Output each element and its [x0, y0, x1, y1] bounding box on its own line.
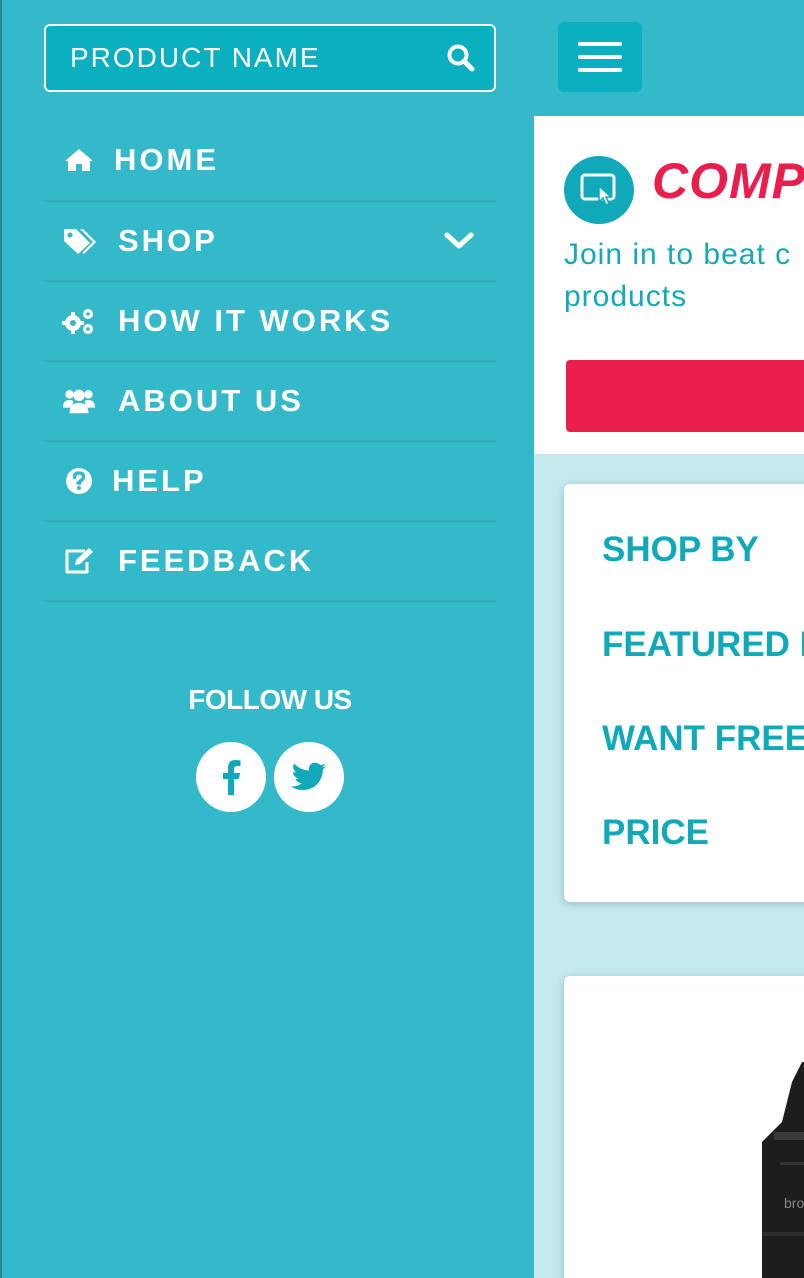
- search-box: [44, 24, 496, 92]
- nav-item-help[interactable]: HELP: [44, 442, 496, 522]
- nav-item-how-it-works[interactable]: HOW IT WORKS: [44, 282, 496, 362]
- hero-cta-button[interactable]: [566, 360, 804, 432]
- product-card[interactable]: brot: [564, 976, 804, 1278]
- hero-subtitle-line: Join in to beat c: [564, 238, 792, 271]
- filter-featured[interactable]: FEATURED I: [602, 625, 804, 665]
- twitter-icon: [291, 762, 326, 791]
- hamburger-line: [578, 42, 622, 46]
- nav-label: FEEDBACK: [118, 543, 315, 578]
- hero-banner: COMP Join in to beat c products: [534, 116, 804, 454]
- nav-label: HOME: [114, 142, 219, 177]
- home-icon: [62, 143, 96, 177]
- hero-subtitle: Join in to beat c products: [564, 234, 804, 318]
- filter-card: SHOP BY FEATURED I WANT FREE PRICE: [564, 484, 804, 902]
- tags-icon: [62, 224, 96, 258]
- nav-label: HOW IT WORKS: [118, 303, 394, 338]
- users-icon: [62, 384, 96, 418]
- twitter-button[interactable]: [274, 742, 344, 812]
- menu-toggle-button[interactable]: [558, 22, 642, 92]
- nav-item-home[interactable]: HOME: [44, 120, 496, 202]
- nav-label: ABOUT US: [118, 383, 304, 418]
- gears-icon: [62, 304, 96, 338]
- main-content: SHOP BY FEATURED I WANT FREE PRICE brot: [534, 454, 804, 1278]
- nav-item-about-us[interactable]: ABOUT US: [44, 362, 496, 442]
- hamburger-line: [578, 68, 622, 72]
- svg-text:brot: brot: [784, 1195, 804, 1211]
- search-icon[interactable]: [446, 43, 476, 73]
- printer-product-image: brot: [762, 1062, 804, 1278]
- nav-label: SHOP: [118, 223, 218, 258]
- filter-shop-by[interactable]: SHOP BY: [602, 530, 759, 570]
- hero-title: COMP: [652, 153, 804, 209]
- edit-icon: [62, 544, 96, 578]
- side-nav-menu: HOME SHOP HOW IT WORKS ABOUT US HELP FEE…: [44, 120, 496, 602]
- facebook-icon: [223, 760, 241, 795]
- facebook-button[interactable]: [196, 742, 266, 812]
- filter-price[interactable]: PRICE: [602, 813, 709, 853]
- nav-item-feedback[interactable]: FEEDBACK: [44, 522, 496, 602]
- filter-want-free[interactable]: WANT FREE: [602, 719, 804, 759]
- follow-us-title: FOLLOW US: [188, 684, 352, 715]
- hero-subtitle-line: products: [564, 280, 688, 313]
- hamburger-line: [578, 55, 622, 59]
- search-input[interactable]: [46, 26, 426, 90]
- chevron-down-icon[interactable]: [444, 230, 474, 252]
- question-circle-icon: [62, 464, 96, 498]
- side-drawer: HOME SHOP: [0, 0, 534, 1278]
- touch-screen-icon: [564, 156, 634, 224]
- nav-item-shop[interactable]: SHOP: [44, 202, 496, 282]
- nav-label: HELP: [112, 463, 207, 498]
